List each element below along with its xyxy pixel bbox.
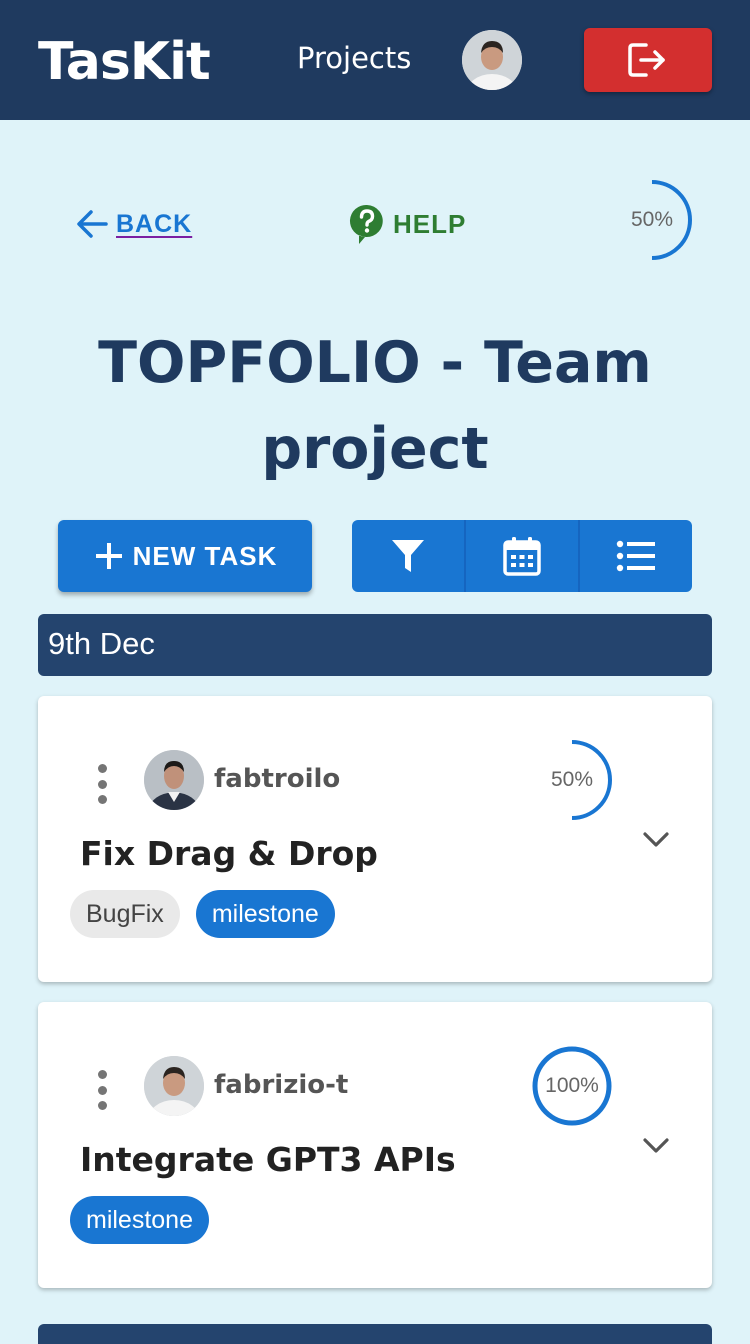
chevron-down-icon[interactable] [642, 1136, 670, 1156]
tag-list: BugFix milestone [70, 890, 335, 938]
user-avatar[interactable] [462, 30, 522, 90]
task-progress-label: 50% [550, 768, 594, 791]
filter-icon [392, 540, 424, 572]
task-progress-label: 100% [545, 1074, 599, 1097]
filter-button[interactable] [352, 520, 466, 592]
project-progress-label: 50% [630, 208, 674, 231]
arrow-left-icon [77, 210, 108, 238]
help-label: HELP [393, 208, 467, 239]
new-task-button[interactable]: NEW TASK [58, 520, 312, 592]
date-group-header [38, 1324, 712, 1344]
task-username: fabtroilo [214, 764, 341, 794]
nav-projects-link[interactable]: Projects [297, 38, 411, 78]
app-header: TasKit Projects [0, 0, 750, 120]
task-username: fabrizio-t [214, 1070, 349, 1100]
avatar [144, 1056, 204, 1116]
more-options-icon[interactable] [94, 764, 110, 804]
view-toggle-group [352, 520, 692, 592]
calendar-icon [503, 537, 541, 576]
app-logo[interactable]: TasKit [38, 30, 211, 94]
plus-icon [95, 543, 122, 569]
calendar-view-button[interactable] [466, 520, 580, 592]
back-link[interactable]: BACK [74, 204, 192, 244]
date-group-label: 9th Dec [48, 626, 155, 661]
tag-list: milestone [70, 1196, 209, 1244]
tag-chip[interactable]: BugFix [70, 890, 180, 938]
task-card[interactable]: fabtroilo 50% Fix Drag & Drop BugFix mil… [38, 696, 712, 982]
page-title: TOPFOLIO - Team project [98, 330, 652, 482]
task-progress-ring: 100% [532, 1046, 612, 1126]
task-progress-ring: 50% [532, 740, 612, 820]
avatar [144, 750, 204, 810]
task-title: Fix Drag & Drop [80, 834, 378, 873]
more-options-icon[interactable] [94, 1070, 110, 1110]
date-group-header: 9th Dec [38, 614, 712, 676]
task-title: Integrate GPT3 APIs [80, 1140, 456, 1179]
new-task-label: NEW TASK [132, 540, 278, 571]
help-icon [349, 204, 383, 244]
help-link[interactable]: HELP [349, 202, 466, 246]
tag-chip[interactable]: milestone [70, 1196, 209, 1244]
project-progress-ring: 50% [612, 180, 692, 260]
tag-chip[interactable]: milestone [195, 890, 335, 938]
chevron-down-icon[interactable] [642, 830, 670, 850]
list-view-button[interactable] [580, 520, 692, 592]
logout-icon [628, 43, 665, 77]
task-card[interactable]: fabrizio-t 100% Integrate GPT3 APIs mile… [38, 1002, 712, 1288]
back-label: BACK [116, 209, 193, 238]
list-icon [616, 540, 655, 572]
logout-button[interactable] [584, 28, 712, 92]
